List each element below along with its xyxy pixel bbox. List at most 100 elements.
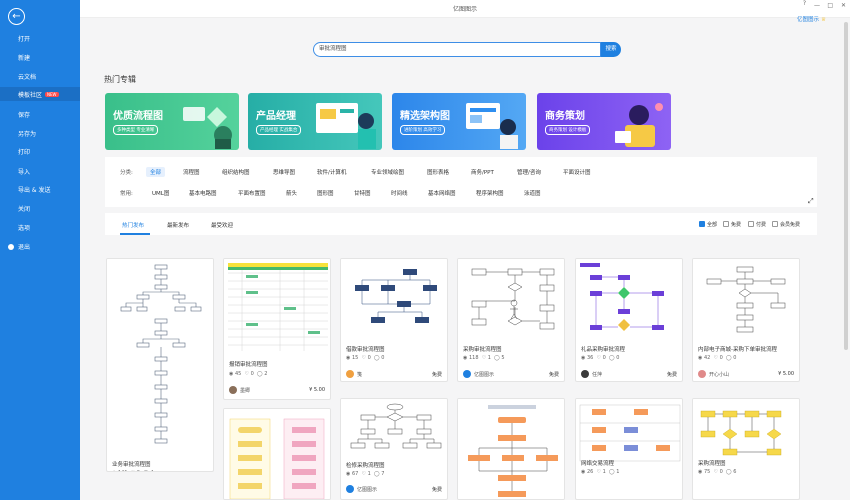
filter-category-item[interactable]: 软件/计算机 xyxy=(317,168,346,176)
template-card[interactable] xyxy=(457,398,565,500)
template-card[interactable]: 检修采购流程图 ◉ 67 ♡ 1 ◯ 7 亿图图示 免费 xyxy=(340,398,448,500)
sidebar-item-save-as[interactable]: 另存为 xyxy=(18,129,36,138)
banner-product-manager[interactable]: 产品经理 产品经理 实战集合 xyxy=(248,93,382,150)
checkbox-free[interactable]: 免费 xyxy=(723,221,741,228)
comment-count: 1 xyxy=(616,469,620,475)
filter-common-item[interactable]: 图形图 xyxy=(317,189,334,197)
tab-latest[interactable]: 最新发布 xyxy=(167,221,189,229)
filter-row2-label: 常用: xyxy=(120,191,133,197)
filter-common-item[interactable]: 基本网络图 xyxy=(428,189,456,197)
filter-common-item[interactable]: UML图 xyxy=(152,189,169,197)
filter-category-item[interactable]: 流程图 xyxy=(183,168,200,176)
sidebar-item-save[interactable]: 保存 xyxy=(18,110,30,119)
eye-icon: ◉ xyxy=(229,371,234,377)
sidebar-item-template-community[interactable]: 模板社区 NEW xyxy=(18,90,59,99)
title-bar: 亿图图示 ? — □ ✕ xyxy=(80,0,850,18)
expand-icon[interactable]: ⤢ xyxy=(808,197,814,206)
author-name[interactable]: 笺 xyxy=(357,371,362,378)
filter-common-item[interactable]: 平面布置图 xyxy=(238,189,266,197)
sidebar-item-close[interactable]: 关闭 xyxy=(18,204,30,213)
comment-icon: ◯ xyxy=(725,355,732,361)
template-card[interactable]: 借款审批流程图 ◉ 15 ♡ 0 ◯ 0 笺 免费 xyxy=(340,258,448,382)
checkbox-paid[interactable]: 付费 xyxy=(748,221,766,228)
app-title: 亿图图示 xyxy=(452,6,477,13)
minimize-icon[interactable]: — xyxy=(814,2,820,9)
filter-category-item[interactable]: 组织结构图 xyxy=(222,168,250,176)
help-icon[interactable]: ? xyxy=(803,0,806,7)
author-name[interactable]: 开心小山 xyxy=(709,371,729,378)
filter-category-item[interactable]: 思维导图 xyxy=(273,168,295,176)
banner-subtitle: 商务策划 设计模板 xyxy=(545,125,591,135)
template-card[interactable] xyxy=(223,408,331,500)
close-icon[interactable]: ✕ xyxy=(841,2,846,9)
filter-common-item[interactable]: 时间线 xyxy=(391,189,408,197)
template-thumbnail xyxy=(107,259,213,449)
checkbox-all[interactable]: 全部 xyxy=(699,221,717,228)
author-name[interactable]: 任萍 xyxy=(592,371,602,378)
author-name[interactable]: 亿图图示 xyxy=(474,371,494,378)
template-name: 检修采购流程图 xyxy=(346,463,385,469)
banner-architecture[interactable]: 精选架构图 进阶策划 高效学习 xyxy=(392,93,526,150)
sidebar-item-import[interactable]: 导入 xyxy=(18,167,30,176)
view-count: 36 xyxy=(586,355,594,361)
sidebar-item-new[interactable]: 新建 xyxy=(18,53,30,62)
checkbox-label: 免费 xyxy=(731,222,742,228)
filter-category-item[interactable]: 专业领域绘图 xyxy=(371,168,404,176)
comment-icon: ◯ xyxy=(256,371,263,377)
template-card[interactable]: 采购审批流程图 ◉ 118 ♡ 1 ◯ 5 亿图图示 免费 xyxy=(457,258,565,382)
template-name: 网络交易流程 xyxy=(581,461,615,467)
like-count: 0 xyxy=(250,371,254,377)
like-count: 1 xyxy=(367,471,371,477)
eye-icon: ◉ xyxy=(581,469,586,475)
avatar xyxy=(229,386,237,394)
eye-icon: ◉ xyxy=(346,355,351,361)
banner-flowchart[interactable]: 优质流程图 多种类型 专业清晰 xyxy=(105,93,239,150)
search-input[interactable]: 审批流程图 xyxy=(313,42,601,57)
filter-common-item[interactable]: 基本电路图 xyxy=(189,189,217,197)
filter-category-item[interactable]: 管理/咨询 xyxy=(517,168,541,176)
author-name[interactable]: 亿图图示 xyxy=(357,486,377,493)
filter-common-item[interactable]: 甘特图 xyxy=(354,189,371,197)
template-card[interactable]: 采购流程图 ◉ 75 ♡ 0 ◯ 6 xyxy=(692,398,800,500)
like-icon: ♡ xyxy=(596,469,602,475)
checkbox-icon xyxy=(748,221,754,227)
user-account-link[interactable]: 亿图图示 ♕ xyxy=(797,15,826,23)
like-icon: ♡ xyxy=(244,371,250,377)
comment-count: 2 xyxy=(264,371,268,377)
author-name[interactable]: 墨卿 xyxy=(240,387,250,394)
search-button[interactable]: 搜索 xyxy=(601,42,621,57)
back-arrow-icon[interactable]: ← xyxy=(8,8,25,25)
maximize-icon[interactable]: □ xyxy=(827,2,833,9)
template-card[interactable]: 礼品采购审批流程 ◉ 36 ♡ 0 ◯ 0 任萍 免费 xyxy=(575,258,683,382)
like-icon: ♡ xyxy=(131,470,135,471)
sidebar-item-exit[interactable]: 退出 xyxy=(8,242,30,251)
filter-category-item[interactable]: 平面设计图 xyxy=(563,168,591,176)
eye-icon: ◉ xyxy=(581,355,586,361)
template-name: 采购审批流程图 xyxy=(463,347,502,353)
template-card[interactable]: 网络交易流程 ◉ 26 ♡ 1 ◯ 1 xyxy=(575,398,683,500)
filter-category-item[interactable]: 图形表格 xyxy=(427,168,449,176)
banner-business[interactable]: 商务策划 商务策划 设计模板 xyxy=(537,93,671,150)
template-card[interactable]: 内部电子商城-采购下单审批流程 ◉ 42 ♡ 0 ◯ 0 开心小山 ¥ 5.00 xyxy=(692,258,800,382)
tab-most-popular[interactable]: 最受欢迎 xyxy=(211,221,233,229)
filter-common-item[interactable]: 程序架构图 xyxy=(476,189,504,197)
template-card[interactable]: 业务审批流程图 ◉ 141 ♡ 0 ◯ 4 xyxy=(106,258,214,472)
sidebar-item-options[interactable]: 选项 xyxy=(18,223,30,232)
sidebar-item-open[interactable]: 打开 xyxy=(18,34,30,43)
scrollbar-thumb[interactable] xyxy=(844,22,848,350)
sidebar-item-cloud[interactable]: 云文档 xyxy=(18,72,36,81)
avatar xyxy=(581,370,589,378)
checkbox-member-free[interactable]: 会员免费 xyxy=(772,221,800,228)
filter-category-item[interactable]: 商务/PPT xyxy=(471,168,494,176)
template-thumbnail xyxy=(693,259,799,339)
template-thumbnail xyxy=(224,259,330,353)
filter-common-item[interactable]: 泳道图 xyxy=(524,189,541,197)
sidebar-item-export[interactable]: 导出 & 发送 xyxy=(18,185,51,194)
filter-common-item[interactable]: 箭头 xyxy=(286,189,297,197)
tab-hot-published[interactable]: 热门发布 xyxy=(122,221,144,229)
like-icon: ♡ xyxy=(361,471,367,477)
filter-category-all[interactable]: 全部 xyxy=(146,167,166,177)
template-card[interactable]: 报销审批流程图 ◉ 45 ♡ 0 ◯ 2 墨卿 ¥ 5.00 xyxy=(223,258,331,400)
sidebar-item-print[interactable]: 打印 xyxy=(18,147,30,156)
like-count: 1 xyxy=(487,355,491,361)
